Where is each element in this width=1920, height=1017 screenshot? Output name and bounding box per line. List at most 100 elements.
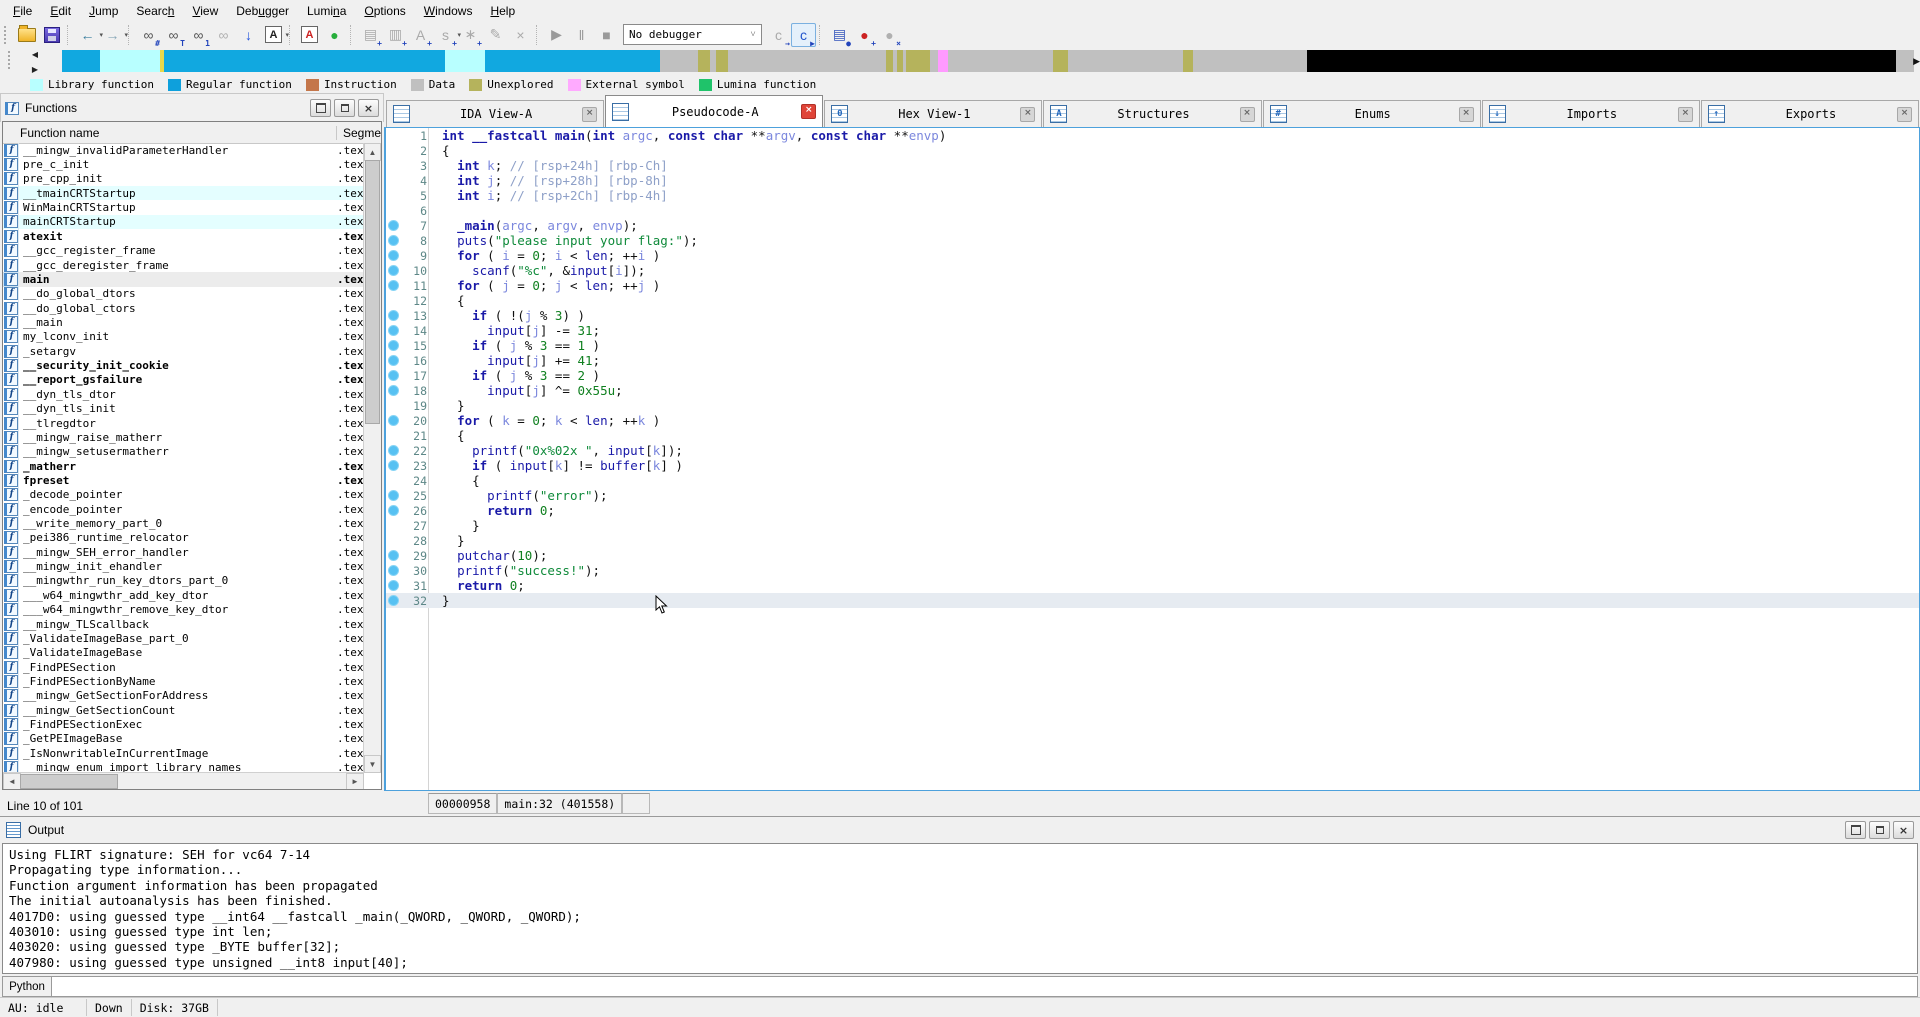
navband-end-arrow-icon[interactable]: ▶ xyxy=(1913,56,1920,67)
function-row[interactable]: f _ValidateImageBase_part_0 .text xyxy=(3,631,364,646)
tab-close-icon[interactable]: × xyxy=(1677,106,1693,122)
code-line[interactable]: 23 if ( input[k] != buffer[k] ) xyxy=(386,458,1919,473)
breakpoint-icon[interactable] xyxy=(387,220,399,231)
create-struct-icon[interactable]: s + ▾ xyxy=(433,23,461,48)
menu-view[interactable]: View xyxy=(183,1,227,21)
breakpoint-icon[interactable] xyxy=(387,580,399,591)
function-row[interactable]: f __mingw_GetSectionCount .text xyxy=(3,703,364,718)
function-row[interactable]: f __gcc_register_frame .text xyxy=(3,243,364,258)
function-row[interactable]: f __do_global_ctors .text xyxy=(3,300,364,316)
debug-pause-icon[interactable]: ‖ xyxy=(569,23,594,47)
function-row[interactable]: f pre_c_init .text xyxy=(3,157,364,172)
column-function-name[interactable]: Function name xyxy=(3,125,337,140)
navigation-band[interactable] xyxy=(62,50,1914,72)
code-line[interactable]: 25 printf("error"); xyxy=(386,488,1919,503)
code-line[interactable]: 27 } xyxy=(386,518,1919,533)
menu-search[interactable]: Search xyxy=(127,1,183,21)
breakpoint-gutter[interactable] xyxy=(386,505,400,516)
pseudocode-view[interactable]: 1 int __fastcall main(int argc, const cha… xyxy=(384,127,1920,791)
breakpoint-icon[interactable] xyxy=(387,250,399,261)
breakpoint-gutter[interactable] xyxy=(386,595,400,606)
breakpoint-gutter[interactable] xyxy=(386,580,400,591)
function-row[interactable]: f __do_global_dtors .text xyxy=(3,286,364,301)
breakpoint-gutter[interactable] xyxy=(386,385,400,396)
breakpoints-window-icon[interactable]: ▤ ● xyxy=(827,23,852,47)
functions-float-button[interactable] xyxy=(334,99,355,117)
scroll-right-icon[interactable]: ► xyxy=(346,773,364,789)
function-row[interactable]: f _setargv .text xyxy=(3,344,364,359)
function-row[interactable]: f _FindPESection .text xyxy=(3,659,364,675)
breakpoint-gutter[interactable] xyxy=(386,370,400,381)
function-row[interactable]: f __security_init_cookie .text xyxy=(3,358,364,373)
navigate-back-icon[interactable]: ← ▾ xyxy=(75,23,104,47)
breakpoint-icon[interactable] xyxy=(387,325,399,336)
function-row[interactable]: f my_lconv_init .text xyxy=(3,329,364,345)
code-line[interactable]: 24 { xyxy=(386,473,1919,488)
breakpoint-icon[interactable] xyxy=(387,415,399,426)
functions-vertical-scrollbar[interactable]: ▲ ▼ xyxy=(363,143,381,773)
lumina-status-icon[interactable]: ● xyxy=(322,23,347,47)
code-line[interactable]: 3 int k; // [rsp+24h] [rbp-Ch] xyxy=(386,158,1919,173)
output-log[interactable]: Using FLIRT signature: SEH for vc64 7-14… xyxy=(2,843,1918,974)
function-row[interactable]: f mainCRTStartup .text xyxy=(3,214,364,230)
code-line[interactable]: 14 input[j] -= 31; xyxy=(386,323,1919,338)
breakpoint-icon[interactable] xyxy=(387,595,399,606)
function-row[interactable]: f _ValidateImageBase .text xyxy=(3,645,364,660)
tab-exports[interactable]: ↑ Exports × xyxy=(1700,100,1919,127)
code-line[interactable]: 1 int __fastcall main(int argc, const cha… xyxy=(386,128,1919,143)
vertical-scroll-thumb[interactable] xyxy=(365,160,380,424)
strings-window-icon[interactable]: A xyxy=(297,23,322,47)
navband-arrows[interactable]: ◀ ▶ xyxy=(28,50,42,74)
tab-close-icon[interactable]: × xyxy=(1458,106,1474,122)
navband-drag-handle[interactable] xyxy=(8,51,13,69)
navband-right-arrow-icon[interactable]: ▶ xyxy=(32,65,38,74)
breakpoint-icon[interactable] xyxy=(387,565,399,576)
code-line[interactable]: 17 if ( j % 3 == 2 ) xyxy=(386,368,1919,383)
jump-address-icon[interactable]: ↓ xyxy=(236,23,261,47)
breakpoint-icon[interactable] xyxy=(387,235,399,246)
function-row[interactable]: f _GetPEImageBase .text xyxy=(3,731,364,747)
horizontal-scroll-thumb[interactable] xyxy=(20,774,118,789)
function-row[interactable]: f __mingw_init_ehandler .text xyxy=(3,559,364,574)
breakpoint-icon[interactable] xyxy=(387,460,399,471)
output-close-button[interactable]: × xyxy=(1893,821,1914,839)
function-row[interactable]: f _FindPESectionExec .text xyxy=(3,717,364,732)
code-line[interactable]: 2{ xyxy=(386,143,1919,158)
code-line[interactable]: 9 for ( i = 0; i < len; ++i ) xyxy=(386,248,1919,263)
breakpoint-gutter[interactable] xyxy=(386,265,400,276)
tab-hex-view-1[interactable]: 0 Hex View-1 × xyxy=(824,100,1043,127)
tab-enums[interactable]: # Enums × xyxy=(1262,100,1481,127)
create-data-icon[interactable]: ▥ + xyxy=(383,23,408,47)
tab-pseudocode-a[interactable]: Pseudocode-A × xyxy=(605,95,824,127)
scroll-down-icon[interactable]: ▼ xyxy=(364,755,381,773)
function-row[interactable]: f __mingw_TLScallback .text xyxy=(3,616,364,632)
function-row[interactable]: f _pei386_runtime_relocator .text xyxy=(3,530,364,546)
function-row[interactable]: f _matherr .text xyxy=(3,458,364,474)
function-row[interactable]: f __mingw_SEH_error_handler .text xyxy=(3,545,364,560)
function-row[interactable]: f __tlregdtor .text xyxy=(3,415,364,431)
breakpoint-icon[interactable] xyxy=(387,550,399,561)
code-line[interactable]: 31 return 0; xyxy=(386,578,1919,593)
function-row[interactable]: f _IsNonwritableInCurrentImage .text xyxy=(3,746,364,761)
save-file-icon[interactable] xyxy=(39,23,64,47)
quick-run-icon[interactable]: c ▶ xyxy=(791,22,816,47)
menu-debugger[interactable]: Debugger xyxy=(227,1,298,21)
breakpoint-gutter[interactable] xyxy=(386,565,400,576)
breakpoint-icon[interactable] xyxy=(387,340,399,351)
function-row[interactable]: f __mingw_raise_matherr .text xyxy=(3,430,364,445)
code-line[interactable]: 28 } xyxy=(386,533,1919,548)
search-again-icon[interactable]: ∞ xyxy=(211,23,236,47)
function-row[interactable]: f __report_gsfailure .text xyxy=(3,372,364,388)
breakpoint-gutter[interactable] xyxy=(386,340,400,351)
code-line[interactable]: 6 xyxy=(386,203,1919,218)
code-line[interactable]: 16 input[j] += 41; xyxy=(386,353,1919,368)
menu-file[interactable]: File xyxy=(4,1,41,21)
breakpoint-icon[interactable] xyxy=(387,370,399,381)
code-line[interactable]: 29 putchar(10); xyxy=(386,548,1919,563)
scroll-up-icon[interactable]: ▲ xyxy=(364,143,381,161)
function-row[interactable]: f fpreset .text xyxy=(3,473,364,488)
functions-maximize-button[interactable] xyxy=(310,99,331,117)
breakpoint-gutter[interactable] xyxy=(386,280,400,291)
create-code-icon[interactable]: ▤ + xyxy=(358,23,383,47)
function-row[interactable]: f __mingw_setusermatherr .text xyxy=(3,444,364,459)
